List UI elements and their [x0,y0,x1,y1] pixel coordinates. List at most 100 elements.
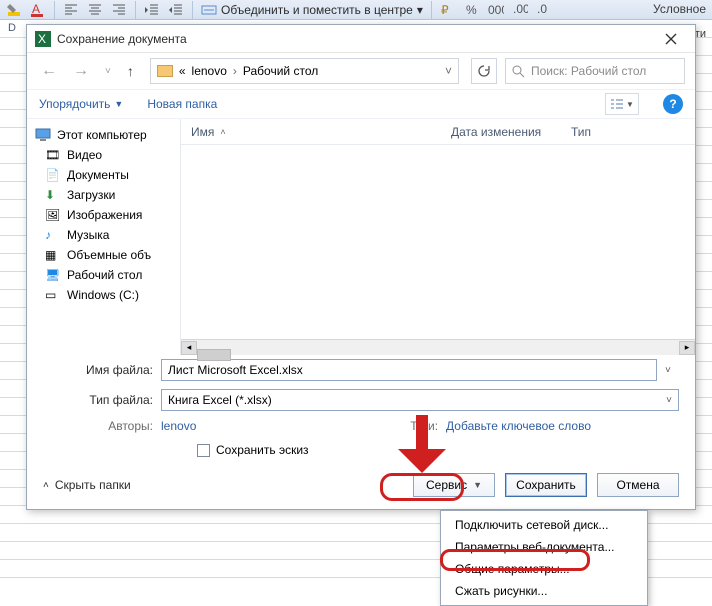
chevron-down-icon: ˅ [666,395,672,406]
tree-label: Загрузки [67,188,115,202]
svg-text:.0: .0 [537,2,547,16]
filetype-label: Тип файла: [67,393,153,407]
close-icon [665,33,677,45]
increase-decimal-icon[interactable]: .00 [512,2,528,18]
authors-value[interactable]: lenovo [161,419,196,433]
path-seg-desktop[interactable]: Рабочий стол [243,64,318,78]
svg-text:000: 000 [488,3,504,17]
filetype-combobox[interactable]: Книга Excel (*.xlsx) ˅ [161,389,679,411]
save-thumbnail-checkbox[interactable] [197,444,210,457]
titlebar: X Сохранение документа [27,25,695,53]
menu-compress-pictures[interactable]: Сжать рисунки... [441,580,647,602]
tree-desktop[interactable]: Рабочий стол [27,265,180,285]
horizontal-scrollbar[interactable]: ◂ ▸ [181,339,695,355]
file-list-pane[interactable]: Имя ˄ Дата изменения Тип ◂ ▸ [181,119,695,355]
align-left-icon[interactable] [63,2,79,18]
help-button[interactable]: ? [663,94,683,114]
address-dropdown-icon[interactable]: ˅ [445,64,452,78]
scroll-thumb[interactable] [197,349,231,361]
font-color-icon[interactable]: A [30,2,46,18]
filename-input[interactable] [161,359,657,381]
nav-up-button[interactable]: ↑ [123,61,138,81]
sort-caret-icon: ˄ [220,127,225,137]
hide-folders-button[interactable]: ˄ Скрыть папки [43,478,131,492]
dialog-body: Этот компьютер Видео Документы Загрузки … [27,119,695,355]
dialog-title: Сохранение документа [57,32,187,46]
scroll-left-button[interactable]: ◂ [181,341,197,355]
downloads-icon [45,188,61,202]
search-icon [512,65,525,78]
list-header: Имя ˄ Дата изменения Тип [181,119,695,145]
refresh-button[interactable] [471,58,497,84]
tree-3d-objects[interactable]: Объемные объ [27,245,180,265]
col-name-header[interactable]: Имя ˄ [181,125,441,139]
path-seg-lenovo[interactable]: lenovo [192,64,227,78]
indent-increase-icon[interactable] [168,2,184,18]
merge-center-button[interactable]: Объединить и поместить в центре ▾ [201,2,423,18]
3d-objects-icon [45,248,61,262]
fill-color-icon[interactable] [6,2,22,18]
refresh-icon [477,64,491,78]
chevron-right-icon[interactable]: › [233,64,237,78]
indent-decrease-icon[interactable] [144,2,160,18]
ribbon-toolbar: A Объединить и поместить в центре ▾ ₽ % … [0,0,712,20]
tags-value[interactable]: Добавьте ключевое слово [446,419,591,433]
tree-documents[interactable]: Документы [27,165,180,185]
path-prefix: « [179,64,186,78]
documents-icon [45,168,61,182]
save-thumbnail-label[interactable]: Сохранить эскиз [216,443,309,457]
music-icon [45,228,61,242]
new-folder-button[interactable]: Новая папка [147,97,217,111]
tree-label: Изображения [67,208,142,222]
authors-label: Авторы: [67,419,153,433]
filename-row: Имя файла: ˅ [27,355,695,385]
organize-button[interactable]: Упорядочить ▼ [39,97,123,111]
view-mode-button[interactable]: ▼ [605,93,639,115]
nav-history-dropdown[interactable]: ˅ [101,64,115,79]
desktop-icon [45,268,61,282]
dialog-toolbar: Упорядочить ▼ Новая папка ▼ ? [27,89,695,119]
folder-tree[interactable]: Этот компьютер Видео Документы Загрузки … [27,119,181,355]
nav-forward-button: → [69,60,93,82]
tree-label: Этот компьютер [57,128,147,142]
menu-map-network-drive[interactable]: Подключить сетевой диск... [441,514,647,536]
nav-back-button[interactable]: ← [37,60,61,82]
tree-drive-c[interactable]: Windows (C:) [27,285,180,305]
align-right-icon[interactable] [111,2,127,18]
tree-this-pc[interactable]: Этот компьютер [27,125,180,145]
tree-downloads[interactable]: Загрузки [27,185,180,205]
svg-text:.00: .00 [513,2,528,16]
column-d-header[interactable]: D [8,22,16,34]
tree-music[interactable]: Музыка [27,225,180,245]
menu-web-options[interactable]: Параметры веб-документа... [441,536,647,558]
comma-icon[interactable]: 000 [488,2,504,18]
col-type-header[interactable]: Тип [561,125,695,139]
menu-general-options[interactable]: Общие параметры... [441,558,647,580]
tree-images[interactable]: Изображения [27,205,180,225]
align-center-icon[interactable] [87,2,103,18]
close-button[interactable] [655,28,687,50]
tree-label: Музыка [67,228,109,242]
percent-icon[interactable]: % [464,2,480,18]
search-placeholder: Поиск: Рабочий стол [531,64,646,78]
pc-icon [35,128,51,142]
conditional-format-label[interactable]: Условное [653,2,706,16]
currency-icon[interactable]: ₽ [440,2,456,18]
address-bar[interactable]: « lenovo › Рабочий стол ˅ [150,58,459,84]
tree-label: Windows (C:) [67,288,139,302]
filename-dropdown-icon[interactable]: ˅ [665,365,679,376]
search-box[interactable]: Поиск: Рабочий стол [505,58,685,84]
save-button[interactable]: Сохранить [505,473,587,497]
cancel-button[interactable]: Отмена [597,473,679,497]
tree-video[interactable]: Видео [27,145,180,165]
images-icon [45,208,61,222]
decrease-decimal-icon[interactable]: .0 [536,2,552,18]
folder-icon [157,65,173,77]
filetype-row: Тип файла: Книга Excel (*.xlsx) ˅ [27,385,695,415]
separator [431,1,432,19]
filename-label: Имя файла: [67,363,153,377]
excel-app-icon: X [35,31,51,47]
col-date-header[interactable]: Дата изменения [441,125,561,139]
scroll-right-button[interactable]: ▸ [679,341,695,355]
service-button[interactable]: Сервис ▼ [413,473,495,497]
